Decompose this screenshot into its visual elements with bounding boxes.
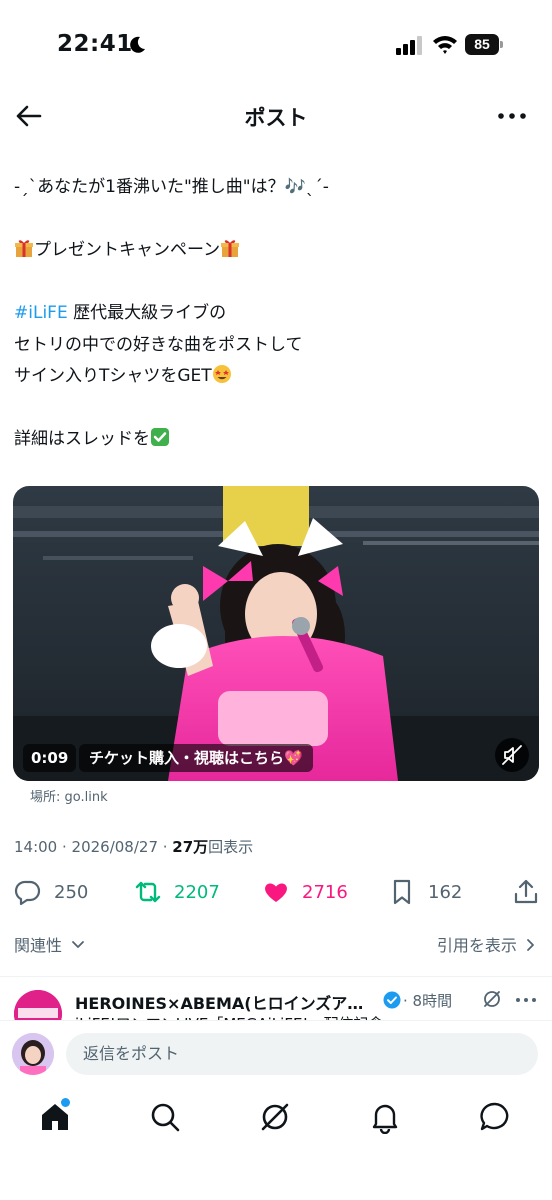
- post-line-2: プレゼントキャンペーン: [14, 235, 538, 267]
- view-quotes-label: 引用を表示: [436, 936, 517, 955]
- notifications-icon: [372, 1104, 398, 1135]
- star-struck-emoji-icon: [212, 365, 231, 383]
- more-horizontal-icon[interactable]: [496, 102, 528, 130]
- heart-filled-icon: [265, 883, 287, 902]
- header: ポスト: [0, 90, 552, 142]
- like-count: 2716: [302, 881, 348, 903]
- view-label: 回表示: [208, 838, 254, 856]
- chevron-down-icon: [72, 941, 85, 948]
- video-player[interactable]: 0:09 チケット購入・視聴はこちら💖: [13, 486, 539, 781]
- post-text: -ˏˋあなたが1番沸いた"推し曲"は？🎶ˎˊ- プレゼントキャンペーン #iLi…: [14, 172, 538, 456]
- tab-search[interactable]: [148, 1100, 182, 1134]
- page-title: ポスト: [244, 106, 308, 130]
- gift-icon: [221, 240, 240, 257]
- check-mark-button-icon: [151, 428, 169, 446]
- status-time: 22:41: [57, 31, 133, 57]
- status-bar: 22:41 85: [0, 0, 552, 90]
- post-timestamp: 14:00 · 2026/08/27 ·: [14, 838, 173, 856]
- grok-icon[interactable]: [482, 989, 502, 1009]
- bookmark-button[interactable]: 162: [388, 872, 462, 912]
- verified-badge-icon: [383, 991, 401, 1009]
- wifi-icon: [433, 36, 457, 54]
- sort-relevance-label: 関連性: [14, 936, 63, 955]
- reply-author-name[interactable]: HEROINES×ABEMA(ヒロインズア…: [75, 990, 363, 1014]
- reply-count: 250: [54, 881, 89, 903]
- share-icon: [514, 879, 538, 904]
- post-line-6-text: 詳細はスレッドを: [14, 429, 150, 449]
- bookmark-count: 162: [428, 881, 463, 903]
- user-avatar-image: [12, 1033, 54, 1075]
- post-line-5-text: サイン入りTシャツをGET: [14, 366, 212, 386]
- avatar[interactable]: [12, 1033, 54, 1075]
- reply-time: · 8時間: [403, 992, 453, 1010]
- post-line-3: #iLiFE 歴代最大級ライブの: [14, 298, 538, 330]
- battery-icon: 85: [465, 34, 503, 55]
- media-location[interactable]: 場所: go.link: [30, 786, 108, 805]
- tab-notifications[interactable]: [368, 1100, 402, 1135]
- hashtag-link[interactable]: #iLiFE: [14, 303, 68, 323]
- tab-grok[interactable]: [258, 1100, 292, 1134]
- post-line-4: セトリの中での好きな曲をポストして: [14, 334, 303, 355]
- post-line-3-text: 歴代最大級ライブの: [67, 303, 227, 323]
- repost-icon: [135, 881, 161, 903]
- reply-input[interactable]: 返信をポスト: [66, 1033, 538, 1075]
- reply-icon: [14, 880, 41, 906]
- chevron-right-icon: [527, 939, 534, 951]
- repost-count: 2207: [174, 881, 220, 903]
- ticket-cta-link[interactable]: チケット購入・視聴はこちら💖: [79, 744, 313, 772]
- like-button[interactable]: 2716: [262, 872, 348, 912]
- sort-relevance-dropdown[interactable]: 関連性: [14, 932, 85, 956]
- search-icon: [151, 1103, 180, 1132]
- post-line-5: サイン入りTシャツをGET: [14, 361, 538, 393]
- post-actions: 250 2207 2716 162: [0, 872, 552, 912]
- reply-compose-bar: 返信をポスト: [0, 1020, 552, 1086]
- volume-muted-icon[interactable]: [495, 738, 529, 772]
- signal-icon: [396, 36, 422, 55]
- repost-button[interactable]: 2207: [134, 872, 220, 912]
- more-horizontal-icon[interactable]: [515, 993, 537, 1007]
- post-meta: 14:00 · 2026/08/27 · 27万回表示: [14, 836, 253, 857]
- grok-icon: [261, 1103, 289, 1131]
- video-duration: 0:09: [23, 744, 77, 772]
- bookmark-icon: [393, 879, 411, 905]
- related-row: 関連性 引用を表示: [0, 928, 552, 960]
- notification-dot: [61, 1098, 70, 1107]
- video-frame: [13, 486, 539, 781]
- moon-icon: [130, 36, 145, 53]
- view-count: 27万: [172, 838, 209, 856]
- post-line-1: -ˏˋあなたが1番沸いた"推し曲"は？🎶ˎˊ-: [14, 177, 329, 197]
- reply-button[interactable]: 250: [14, 872, 88, 912]
- divider: [0, 976, 552, 977]
- post-line-6: 詳細はスレッドを: [14, 424, 538, 456]
- tab-bar: [0, 1086, 552, 1200]
- tab-messages[interactable]: [478, 1100, 512, 1134]
- messages-icon: [480, 1102, 509, 1131]
- battery-level: 85: [465, 34, 499, 55]
- gift-icon: [15, 240, 33, 257]
- campaign-label: プレゼントキャンペーン: [34, 240, 221, 260]
- share-button[interactable]: [512, 872, 540, 912]
- view-quotes-link[interactable]: 引用を表示: [437, 932, 536, 956]
